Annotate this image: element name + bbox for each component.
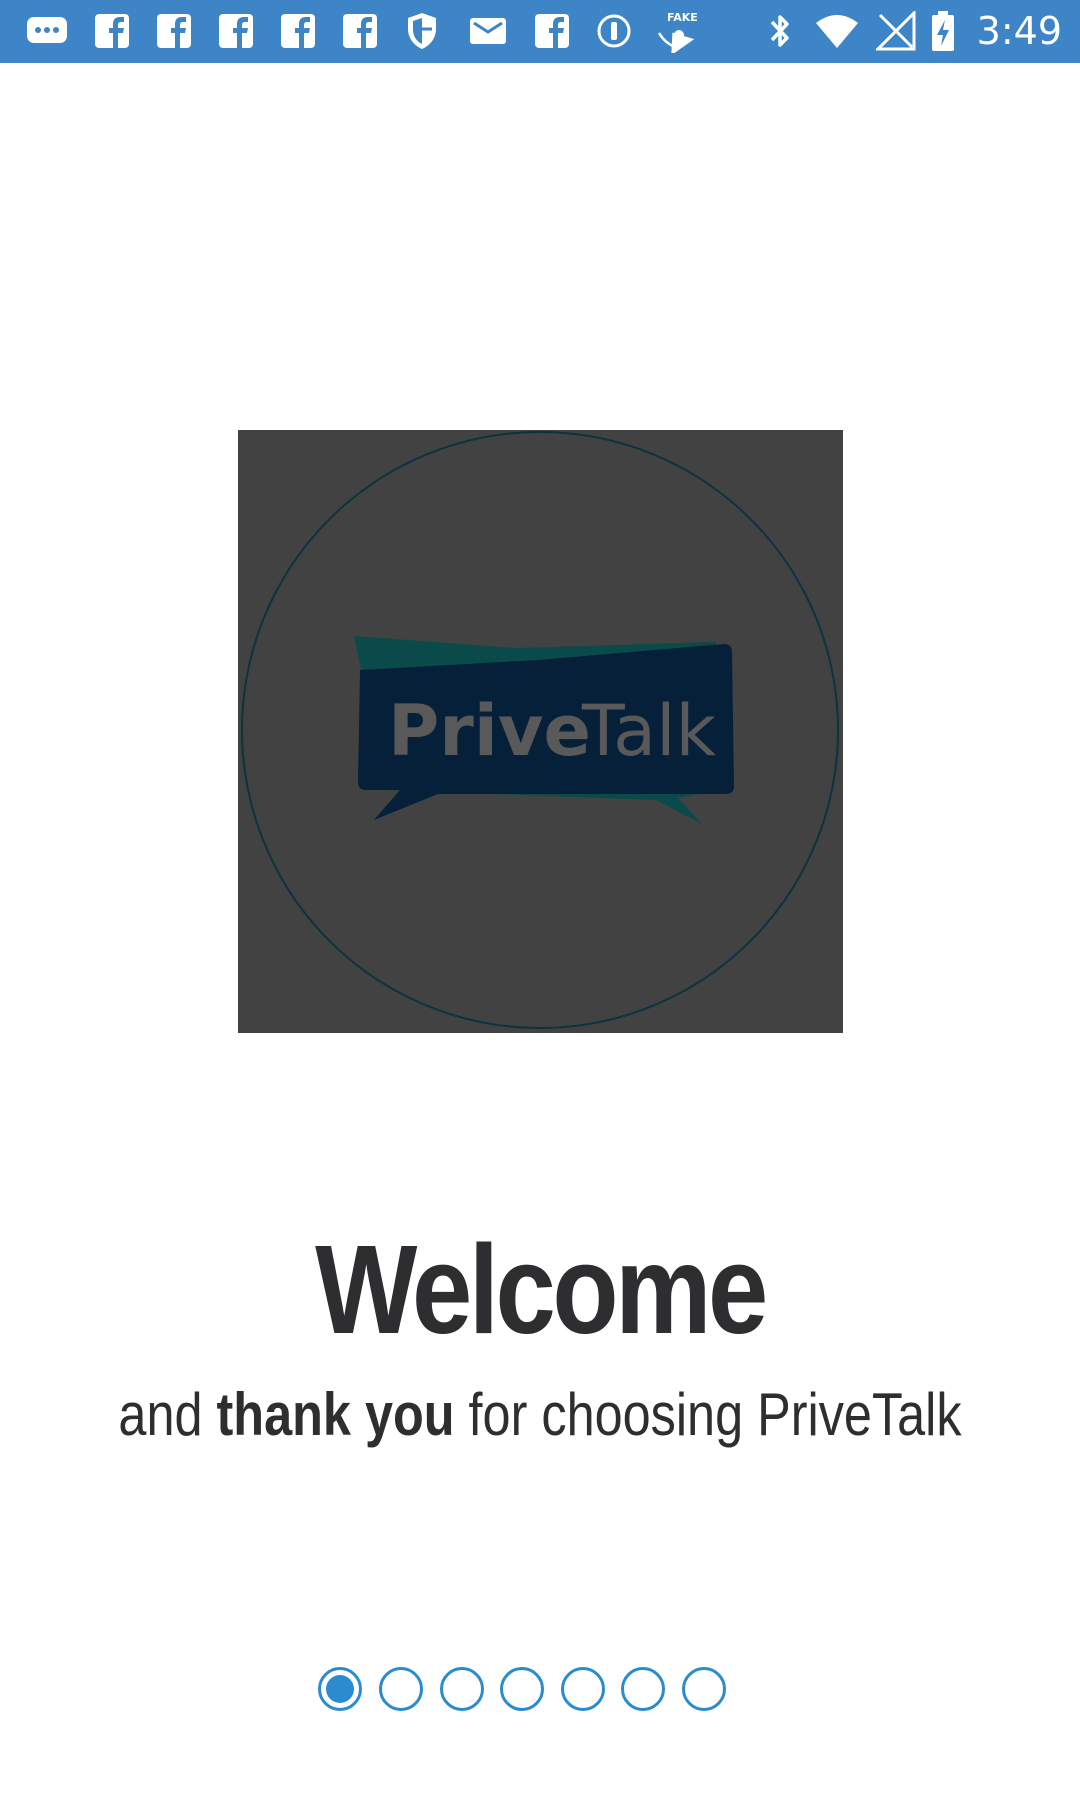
welcome-title: Welcome	[315, 1219, 768, 1360]
fake-gps-icon: FAKE	[652, 10, 702, 53]
page-dot-5[interactable]	[561, 1667, 605, 1711]
facebook-icon	[92, 10, 132, 52]
page-dot-7[interactable]	[682, 1667, 726, 1711]
facebook-icon	[278, 10, 318, 52]
page-dot-6[interactable]	[621, 1667, 665, 1711]
subtitle-part-2: for choosing PriveTalk	[454, 1381, 962, 1448]
privetalk-logo: Prive Talk	[241, 431, 839, 1029]
clock: 3:49	[976, 9, 1062, 53]
message-icon	[22, 10, 72, 52]
facebook-icon	[532, 10, 572, 52]
page-dot-2[interactable]	[379, 1667, 423, 1711]
facebook-icon	[154, 10, 194, 52]
bluetooth-icon	[762, 10, 798, 52]
facebook-icon	[340, 10, 380, 52]
status-bar: FAKE 3:49	[0, 0, 1080, 63]
battery-charging-icon	[928, 10, 958, 52]
shield-icon	[402, 10, 442, 52]
signal-off-icon	[874, 10, 918, 52]
logo-text-bold: Prive	[388, 690, 591, 772]
svg-text:FAKE: FAKE	[667, 11, 698, 24]
mail-icon	[466, 10, 510, 52]
logo-text-light: Talk	[581, 690, 717, 772]
page-indicator	[0, 1667, 1080, 1711]
page-dot-3[interactable]	[440, 1667, 484, 1711]
page-dot-4[interactable]	[500, 1667, 544, 1711]
app-logo: Prive Talk	[238, 430, 843, 1033]
welcome-subtitle: and thank you for choosing PriveTalk	[86, 1380, 993, 1450]
facebook-icon	[216, 10, 256, 52]
info-icon	[594, 10, 634, 52]
subtitle-part-1: and	[118, 1381, 217, 1448]
page-dot-1[interactable]	[318, 1667, 362, 1711]
subtitle-bold: thank you	[216, 1381, 455, 1448]
wifi-icon	[812, 10, 862, 52]
